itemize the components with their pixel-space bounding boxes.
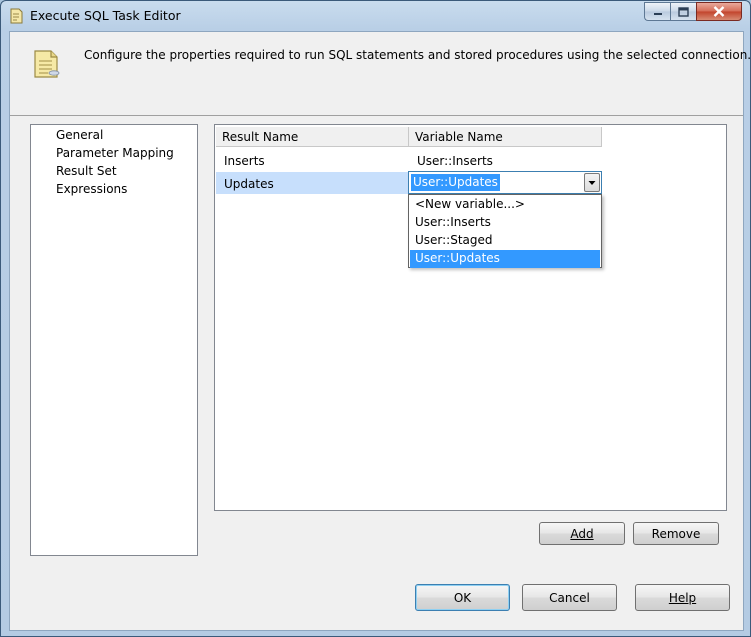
nav-item-general[interactable]: General <box>56 128 103 142</box>
remove-button[interactable]: Remove <box>633 522 719 545</box>
header-description: Configure the properties required to run… <box>84 48 751 62</box>
add-button-label: Add <box>570 526 594 541</box>
minimize-icon <box>653 12 662 15</box>
close-button[interactable] <box>696 2 742 21</box>
maximize-icon <box>678 6 689 17</box>
dropdown-option-inserts[interactable]: User::Inserts <box>410 214 600 232</box>
variable-dropdown-list: <New variable...> User::Inserts User::St… <box>408 194 602 268</box>
cancel-button-label: Cancel <box>549 590 590 605</box>
dialog-body: Configure the properties required to run… <box>9 31 751 631</box>
help-button[interactable]: Help <box>635 584 730 611</box>
nav-item-expressions[interactable]: Expressions <box>56 182 127 196</box>
close-icon <box>713 6 725 17</box>
nav-panel: General Parameter Mapping Result Set Exp… <box>30 124 198 556</box>
sql-task-icon <box>10 8 23 24</box>
window-title: Execute SQL Task Editor <box>30 8 181 23</box>
maximize-button[interactable] <box>670 2 696 21</box>
dropdown-option-updates[interactable]: User::Updates <box>410 250 600 268</box>
minimize-button[interactable] <box>644 2 670 21</box>
dialog-window: Execute SQL Task Editor Configure the pr… <box>0 0 751 637</box>
remove-button-label: Remove <box>651 526 701 541</box>
ok-button[interactable]: OK <box>415 584 510 611</box>
combobox-dropdown-button[interactable] <box>584 173 600 192</box>
nav-item-parameter-mapping[interactable]: Parameter Mapping <box>56 146 174 160</box>
title-bar[interactable]: Execute SQL Task Editor <box>1 1 750 31</box>
column-header-result-name[interactable]: Result Name <box>216 127 409 147</box>
dropdown-option-staged[interactable]: User::Staged <box>410 232 600 250</box>
variable-name-combobox[interactable]: User::Updates <box>408 171 602 194</box>
sql-task-large-icon <box>34 50 60 78</box>
nav-item-result-set[interactable]: Result Set <box>56 164 117 178</box>
header-band: Configure the properties required to run… <box>10 32 751 116</box>
result-set-grid: Result Name Variable Name Inserts User::… <box>214 124 727 511</box>
cell-result-name[interactable]: Inserts <box>216 149 409 171</box>
help-button-label: Help <box>668 590 697 605</box>
chevron-down-icon <box>588 181 596 185</box>
column-header-variable-name[interactable]: Variable Name <box>409 127 602 147</box>
cancel-button[interactable]: Cancel <box>522 584 617 611</box>
add-button[interactable]: Add <box>539 522 625 545</box>
dropdown-option-new-variable[interactable]: <New variable...> <box>410 196 600 214</box>
cell-variable-name[interactable]: User::Inserts <box>409 149 602 171</box>
combobox-value: User::Updates <box>411 174 500 191</box>
cell-result-name-selected[interactable]: Updates <box>216 172 409 194</box>
ok-button-label: OK <box>453 590 472 605</box>
